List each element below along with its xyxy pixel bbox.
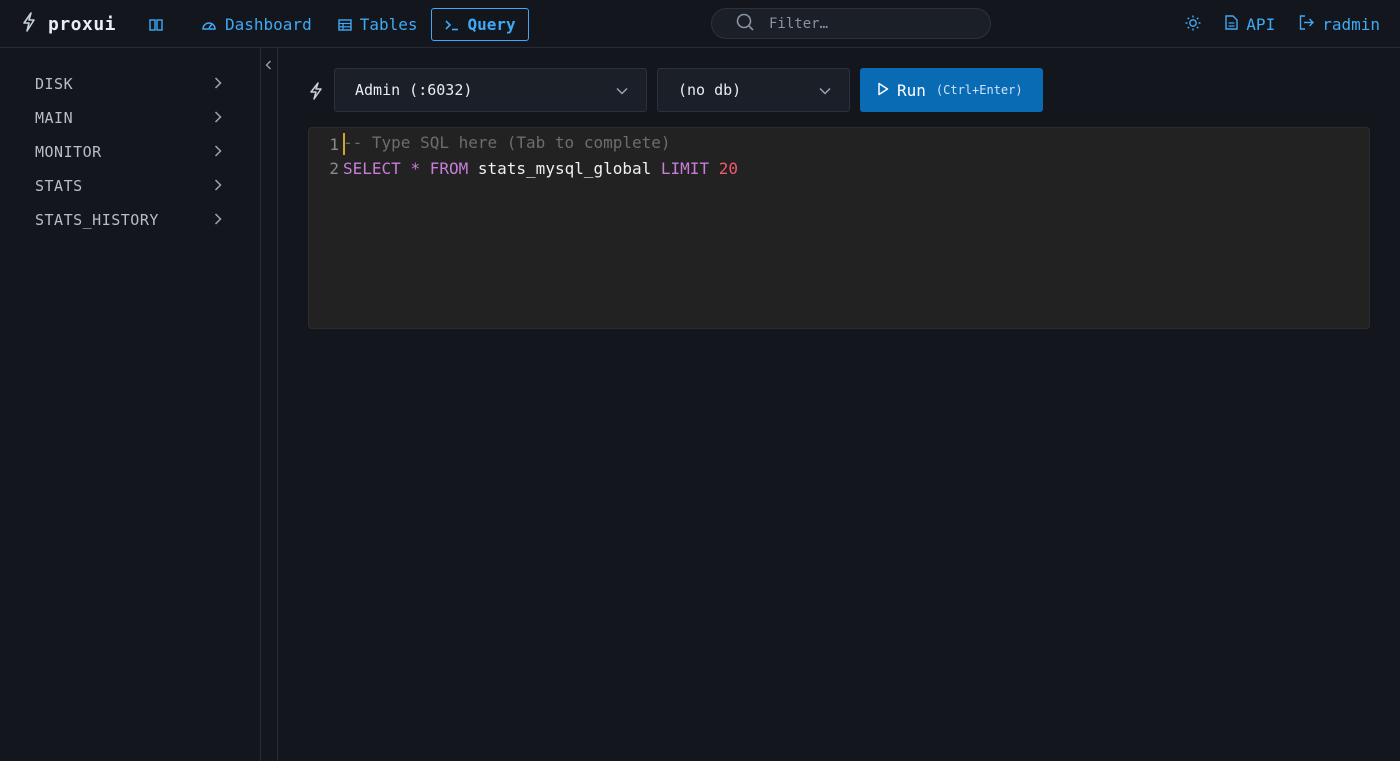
sql-token-kw: SELECT — [343, 158, 401, 178]
database-select[interactable]: (no db) — [657, 68, 850, 112]
connection-select-value: Admin (:6032) — [355, 81, 473, 99]
table-icon — [338, 18, 352, 31]
user-logout-button[interactable]: radmin — [1299, 15, 1380, 34]
sql-token-op: * — [410, 158, 421, 178]
nav-dashboard-label: Dashboard — [225, 15, 312, 34]
api-label: API — [1246, 15, 1276, 34]
chevron-down-icon — [819, 81, 831, 99]
right-tools: API radmin — [1185, 8, 1380, 41]
sql-token-comment: -- Type SQL here (Tab to complete) — [343, 133, 671, 152]
nav-tables[interactable]: Tables — [325, 8, 431, 41]
chevron-down-icon — [616, 81, 628, 99]
search-icon — [712, 12, 755, 36]
sql-token-id — [401, 159, 411, 178]
top-bar: proxui Dashboard Tables Query Filter… AP… — [0, 0, 1400, 48]
connection-select[interactable]: Admin (:6032) — [334, 68, 647, 112]
sidebar-item-label: STATS_HISTORY — [35, 211, 159, 229]
bolt-icon — [308, 82, 324, 104]
chevron-right-icon — [214, 109, 222, 127]
editor-line[interactable]: 2 SELECT * FROM stats_mysql_global LIMIT … — [309, 156, 738, 180]
run-button[interactable]: Run (Ctrl+Enter) — [860, 68, 1043, 112]
play-icon — [877, 81, 889, 100]
database-select-value: (no db) — [678, 81, 742, 99]
nav-dashboard[interactable]: Dashboard — [188, 8, 325, 41]
sidebar-item-monitor[interactable]: MONITOR — [35, 141, 225, 163]
sidebar-item-disk[interactable]: DISK — [35, 73, 225, 95]
nav-query[interactable]: Query — [430, 8, 529, 41]
app-name: proxui — [48, 13, 117, 35]
sun-icon — [1185, 15, 1201, 35]
main-nav: Dashboard Tables Query — [140, 8, 529, 41]
sql-token-kw: FROM — [429, 158, 469, 178]
chevron-left-icon[interactable] — [263, 56, 275, 75]
line-code: SELECT * FROM stats_mysql_global LIMIT 2… — [343, 159, 738, 178]
chevron-right-icon — [214, 211, 222, 229]
run-shortcut-hint: (Ctrl+Enter) — [935, 83, 1023, 97]
line-number: 1 — [329, 134, 339, 154]
sidebar-item-stats[interactable]: STATS — [35, 175, 225, 197]
chevron-right-icon — [214, 75, 222, 93]
gauge-icon — [201, 18, 217, 32]
line-number: 2 — [329, 158, 339, 178]
sidebar-item-stats-history[interactable]: STATS_HISTORY — [35, 209, 225, 231]
sidebar-item-label: STATS — [35, 177, 83, 195]
sql-token-id — [420, 159, 430, 178]
layout-toggle-button[interactable] — [140, 8, 172, 41]
editor-line[interactable]: 1 -- Type SQL here (Tab to complete) — [309, 132, 671, 156]
sql-token-kw: LIMIT — [660, 158, 710, 178]
schema-sidebar: DISK MAIN MONITOR STATS STATS_HISTORY — [0, 48, 261, 761]
sidebar-item-label: MAIN — [35, 109, 74, 127]
api-link[interactable]: API — [1225, 15, 1275, 34]
sql-token-id — [709, 159, 719, 178]
bolt-icon — [20, 12, 38, 36]
sql-token-id: stats_mysql_global — [468, 158, 661, 178]
logout-icon — [1299, 15, 1315, 34]
terminal-icon — [444, 19, 460, 31]
sidebar-resizer[interactable] — [261, 48, 278, 761]
document-icon — [1225, 15, 1238, 34]
user-label: radmin — [1322, 15, 1380, 34]
run-button-label: Run — [897, 80, 926, 100]
theme-toggle-button[interactable] — [1185, 15, 1201, 35]
nav-tables-label: Tables — [359, 15, 418, 34]
sidebar-item-main[interactable]: MAIN — [35, 107, 225, 129]
sidebar-item-label: MONITOR — [35, 143, 102, 161]
chevron-right-icon — [214, 177, 222, 195]
nav-query-label: Query — [467, 15, 516, 34]
layout-columns-icon — [149, 18, 163, 32]
sql-token-num: 20 — [718, 158, 738, 178]
line-code: -- Type SQL here (Tab to complete) — [343, 133, 671, 155]
sidebar-item-label: DISK — [35, 75, 74, 93]
brand[interactable]: proxui — [20, 12, 116, 36]
filter-input[interactable] — [769, 15, 969, 32]
sql-editor[interactable]: 1 -- Type SQL here (Tab to complete) 2 SELE… — [308, 127, 1370, 329]
chevron-right-icon — [214, 143, 222, 161]
filter-box[interactable] — [711, 8, 991, 39]
